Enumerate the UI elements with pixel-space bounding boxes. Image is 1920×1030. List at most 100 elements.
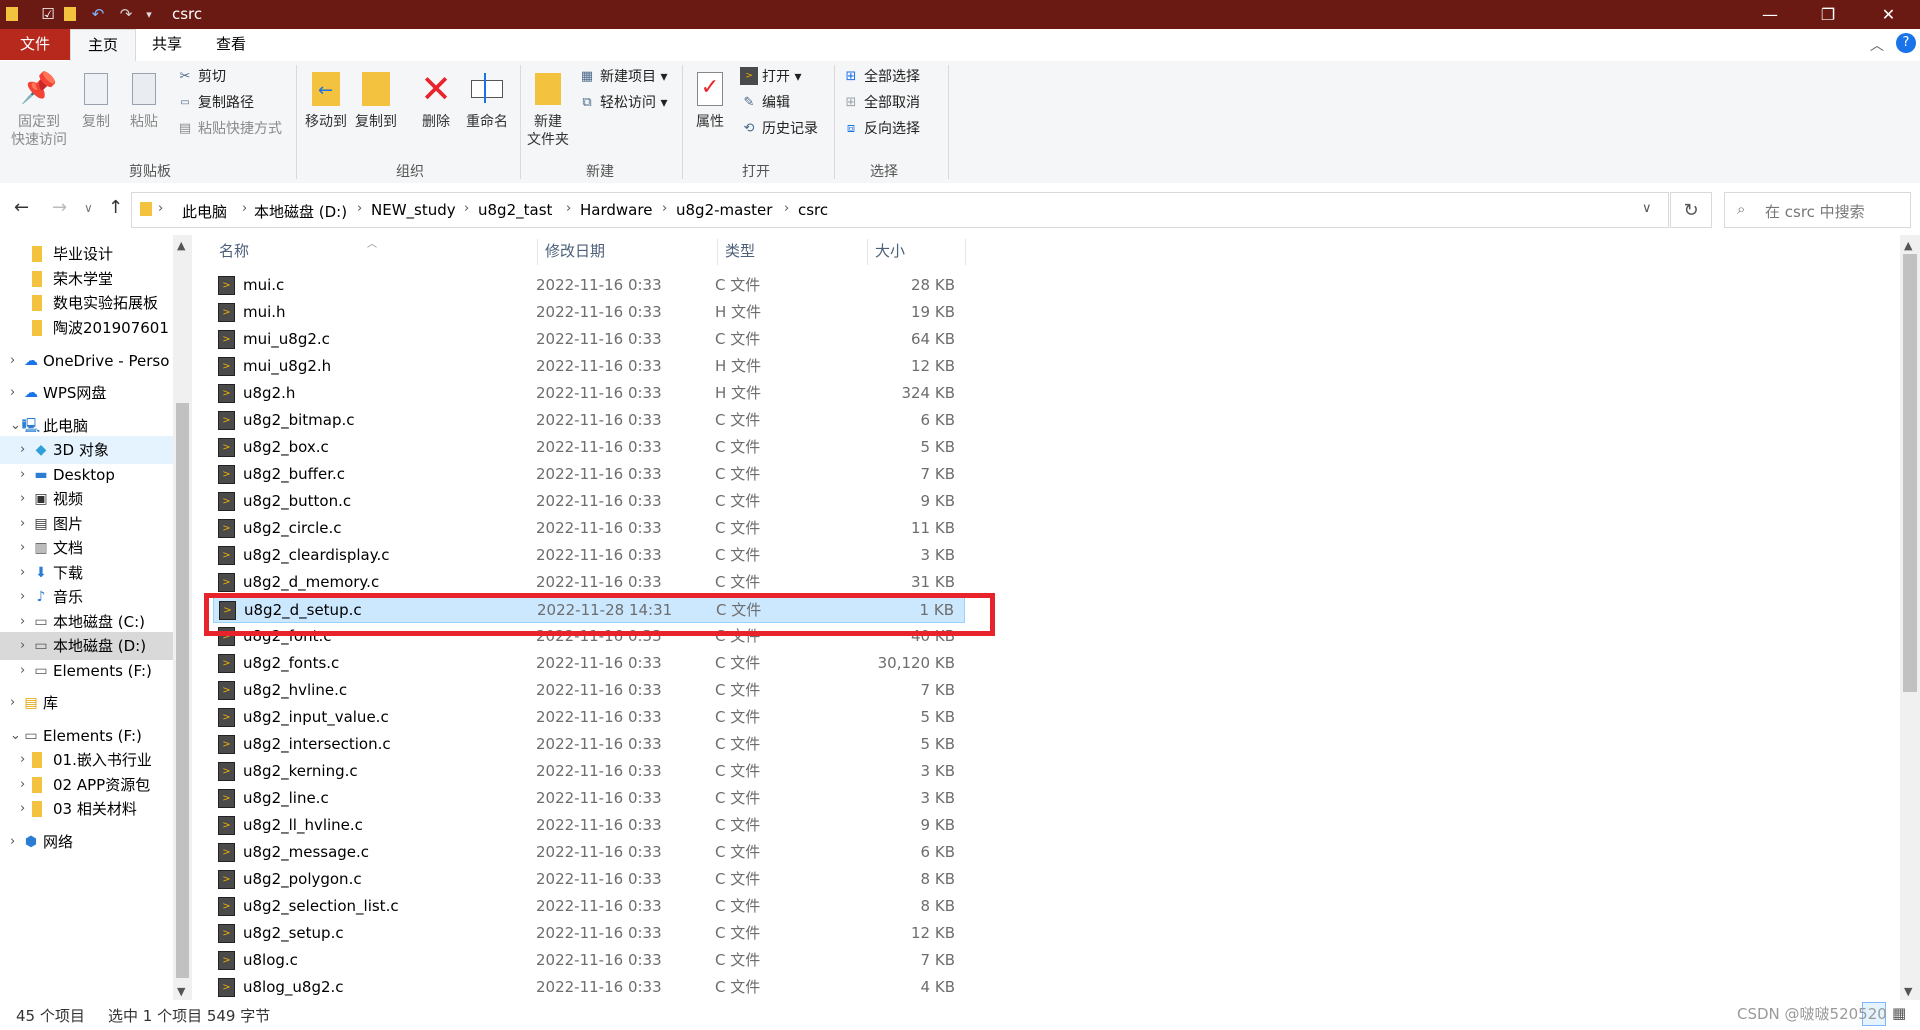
- table-row[interactable]: > u8g2_buffer.c 2022-11-16 0:33 C 文件 7 KB: [213, 461, 965, 488]
- column-header-date[interactable]: 修改日期: [545, 235, 605, 267]
- copy-button[interactable]: 复制: [76, 69, 116, 131]
- table-row[interactable]: > u8g2_kerning.c 2022-11-16 0:33 C 文件 3 KB: [213, 758, 965, 785]
- copy-path-button[interactable]: ▭ 复制路径: [176, 91, 254, 113]
- customize-toolbar-icon[interactable]: ▾: [142, 4, 156, 24]
- breadcrumb-this-pc[interactable]: 此电脑: [182, 201, 227, 222]
- chevron-right-icon[interactable]: ›: [10, 379, 15, 407]
- breadcrumb-drive-d[interactable]: 本地磁盘 (D:): [254, 201, 347, 222]
- breadcrumb-hardware[interactable]: Hardware: [580, 201, 652, 219]
- table-row[interactable]: > u8g2_selection_list.c 2022-11-16 0:33 C 文…: [213, 893, 965, 920]
- breadcrumb-u8g2-tast[interactable]: u8g2_tast: [478, 201, 552, 219]
- edit-button[interactable]: ✎ 编辑: [740, 91, 790, 113]
- chevron-right-icon[interactable]: ›: [20, 795, 25, 823]
- column-divider[interactable]: [867, 239, 868, 265]
- table-row[interactable]: > u8g2_cleardisplay.c 2022-11-16 0:33 C 文件 3…: [213, 542, 965, 569]
- chevron-right-icon[interactable]: ›: [20, 534, 25, 562]
- breadcrumb-separator[interactable]: ›: [158, 201, 163, 216]
- nav-item[interactable]: › ▥ 文档: [0, 534, 173, 562]
- table-row[interactable]: > u8g2_button.c 2022-11-16 0:33 C 文件 9 KB: [213, 488, 965, 515]
- column-divider[interactable]: [717, 239, 718, 265]
- column-header-type[interactable]: 类型: [725, 235, 755, 267]
- nav-item[interactable]: › ▣ 视频: [0, 485, 173, 513]
- chevron-right-icon[interactable]: ›: [10, 689, 15, 717]
- forward-arrow-icon[interactable]: →: [52, 197, 67, 218]
- table-row[interactable]: > u8g2_bitmap.c 2022-11-16 0:33 C 文件 6 KB: [213, 407, 965, 434]
- table-row[interactable]: > u8g2_ll_hvline.c 2022-11-16 0:33 C 文件 9 KB: [213, 812, 965, 839]
- address-bar[interactable]: › 此电脑 › 本地磁盘 (D:) › NEW_study › u8g2_tas…: [131, 192, 1669, 228]
- scroll-up-icon[interactable]: ▲: [1904, 239, 1912, 252]
- history-button[interactable]: ⟲ 历史记录: [740, 117, 818, 139]
- refresh-button[interactable]: ↻: [1670, 192, 1712, 228]
- table-row[interactable]: > u8g2_message.c 2022-11-16 0:33 C 文件 6 KB: [213, 839, 965, 866]
- pin-quick-access-button[interactable]: 📌 固定到 快速访问: [6, 69, 72, 149]
- help-icon[interactable]: ?: [1896, 33, 1916, 53]
- nav-item[interactable]: › 03 相关材料: [0, 795, 173, 823]
- select-all-button[interactable]: ⊞ 全部选择: [842, 65, 920, 87]
- move-to-button[interactable]: ← 移动到: [302, 69, 350, 131]
- chevron-right-icon[interactable]: ›: [20, 583, 25, 611]
- nav-item[interactable]: › ▤ 库: [0, 689, 173, 717]
- recent-locations-icon[interactable]: ∨: [84, 201, 93, 215]
- nav-item[interactable]: › ▭ 本地磁盘 (D:): [0, 632, 173, 660]
- large-icons-view-icon[interactable]: ▦: [1892, 1004, 1906, 1022]
- delete-button[interactable]: ✕ 删除: [414, 69, 458, 131]
- paste-shortcut-button[interactable]: ▤ 粘贴快捷方式: [176, 117, 282, 139]
- nav-item[interactable]: › ☁ OneDrive - Perso: [0, 347, 173, 375]
- cut-button[interactable]: ✂ 剪切: [176, 65, 226, 87]
- new-folder-button[interactable]: 新建 文件夹: [526, 69, 570, 149]
- breadcrumb-u8g2-master[interactable]: u8g2-master: [676, 201, 772, 219]
- table-row[interactable]: > mui_u8g2.h 2022-11-16 0:33 H 文件 12 KB: [213, 353, 965, 380]
- table-row[interactable]: > mui.c 2022-11-16 0:33 C 文件 28 KB: [213, 272, 965, 299]
- paste-button[interactable]: 粘贴: [124, 69, 164, 131]
- table-row[interactable]: > u8g2_box.c 2022-11-16 0:33 C 文件 5 KB: [213, 434, 965, 461]
- easy-access-button[interactable]: ⧉ 轻松访问 ▾: [578, 91, 667, 113]
- tab-home[interactable]: 主页: [70, 29, 136, 62]
- chevron-right-icon[interactable]: ›: [20, 746, 25, 774]
- redo-icon[interactable]: ↷: [116, 4, 136, 24]
- new-item-button[interactable]: ▦ 新建项目 ▾: [578, 65, 668, 87]
- breadcrumb-separator[interactable]: ›: [464, 201, 469, 216]
- breadcrumb-new-study[interactable]: NEW_study: [371, 201, 456, 219]
- chevron-right-icon[interactable]: ›: [20, 632, 25, 660]
- minimize-button[interactable]: —: [1741, 0, 1799, 29]
- table-row[interactable]: > mui_u8g2.c 2022-11-16 0:33 C 文件 64 KB: [213, 326, 965, 353]
- scroll-up-icon[interactable]: ▲: [177, 239, 185, 252]
- table-row[interactable]: > u8g2_line.c 2022-11-16 0:33 C 文件 3 KB: [213, 785, 965, 812]
- navigation-scroll-thumb[interactable]: [176, 403, 189, 978]
- open-button[interactable]: > 打开 ▾: [740, 65, 801, 87]
- navigation-scrollbar[interactable]: ▲ ▼: [173, 235, 192, 1000]
- tab-view[interactable]: 查看: [199, 29, 263, 60]
- table-row[interactable]: > u8g2_polygon.c 2022-11-16 0:33 C 文件 8 KB: [213, 866, 965, 893]
- nav-item[interactable]: › ☁ WPS网盘: [0, 379, 173, 407]
- up-arrow-icon[interactable]: ↑: [108, 197, 123, 218]
- rename-button[interactable]: 重命名: [462, 69, 512, 131]
- scroll-down-icon[interactable]: ▼: [177, 985, 185, 998]
- breadcrumb-separator[interactable]: ›: [357, 201, 362, 216]
- chevron-right-icon[interactable]: ›: [20, 657, 25, 685]
- column-header-size[interactable]: 大小: [875, 235, 905, 267]
- close-button[interactable]: ✕: [1857, 0, 1920, 29]
- table-row[interactable]: > u8g2_hvline.c 2022-11-16 0:33 C 文件 7 KB: [213, 677, 965, 704]
- table-row[interactable]: > u8g2_circle.c 2022-11-16 0:33 C 文件 11 KB: [213, 515, 965, 542]
- table-row[interactable]: > mui.h 2022-11-16 0:33 H 文件 19 KB: [213, 299, 965, 326]
- nav-item[interactable]: 陶波201907601: [0, 314, 173, 342]
- chevron-right-icon[interactable]: ›: [10, 347, 15, 375]
- nav-item[interactable]: › ⬢ 网络: [0, 828, 173, 856]
- column-divider[interactable]: [965, 239, 966, 265]
- chevron-right-icon[interactable]: ›: [20, 485, 25, 513]
- table-row[interactable]: > u8log_u8g2.c 2022-11-16 0:33 C 文件 4 KB: [213, 974, 965, 1001]
- file-list-scroll-thumb[interactable]: [1903, 254, 1917, 692]
- chevron-right-icon[interactable]: ›: [10, 828, 15, 856]
- copy-to-button[interactable]: 复制到: [352, 69, 400, 131]
- tab-file[interactable]: 文件: [0, 29, 70, 60]
- maximize-button[interactable]: ❐: [1799, 0, 1857, 29]
- column-header-name[interactable]: 名称: [219, 235, 249, 267]
- nav-item[interactable]: › 01.嵌入书行业: [0, 746, 173, 774]
- table-row[interactable]: > u8log.c 2022-11-16 0:33 C 文件 7 KB: [213, 947, 965, 974]
- nav-item[interactable]: 数电实验拓展板: [0, 289, 173, 317]
- invert-selection-button[interactable]: ⧈ 反向选择: [842, 117, 920, 139]
- table-row[interactable]: > u8g2_setup.c 2022-11-16 0:33 C 文件 12 KB: [213, 920, 965, 947]
- chevron-right-icon[interactable]: ›: [20, 436, 25, 464]
- nav-item[interactable]: › ♪ 音乐: [0, 583, 173, 611]
- breadcrumb-separator[interactable]: ›: [784, 201, 789, 216]
